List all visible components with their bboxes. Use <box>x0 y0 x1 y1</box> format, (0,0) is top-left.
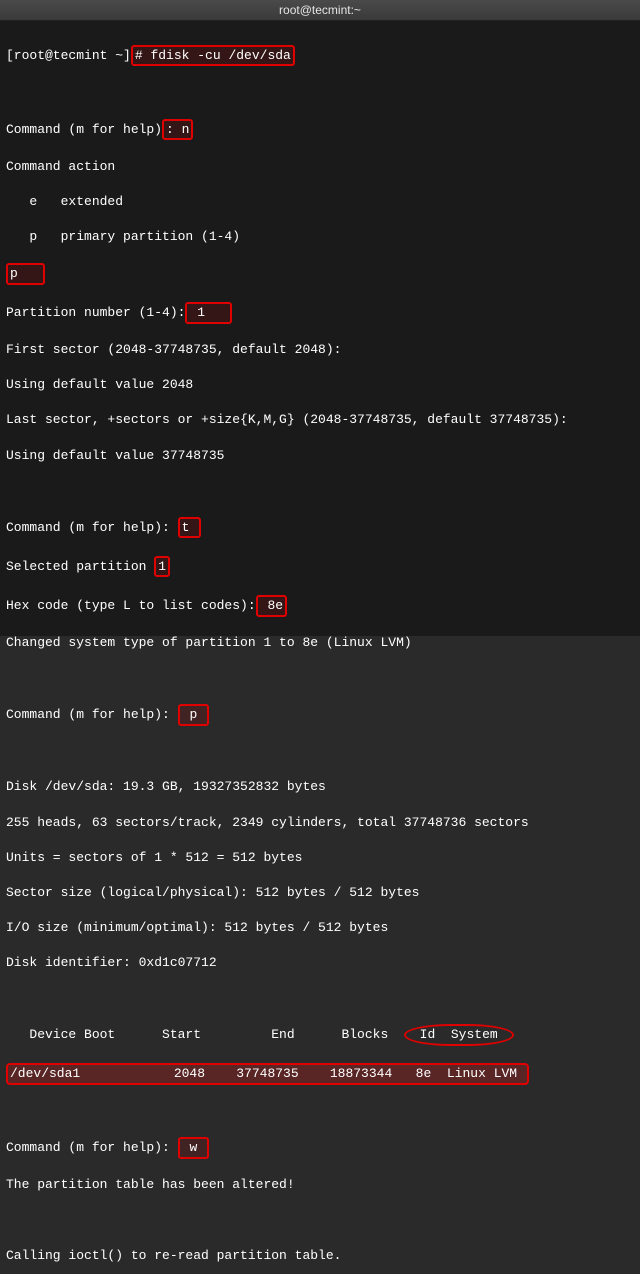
hex-line: Hex code (type L to list codes): 8e <box>6 595 634 617</box>
part-num-highlight: 1 <box>185 302 232 324</box>
part-num-label: Partition number (1-4): <box>6 305 185 320</box>
blank7 <box>6 1212 634 1230</box>
p-val: p <box>182 707 205 722</box>
disk-identifier: Disk identifier: 0xd1c07712 <box>6 954 634 972</box>
action-extended: e extended <box>6 193 634 211</box>
id-system-ellipse: Id System <box>404 1024 514 1046</box>
hex-highlight: 8e <box>256 595 287 617</box>
n-val: : n <box>166 122 189 137</box>
cmd-help-2: Command (m for help) <box>6 520 162 535</box>
action-primary: p primary partition (1-4) <box>6 228 634 246</box>
cmd-w-line: Command (m for help): w <box>6 1137 634 1159</box>
w-val: w <box>182 1140 205 1155</box>
w-highlight: w <box>178 1137 209 1159</box>
cmd-fdisk: fdisk -cu /dev/sda <box>150 48 290 63</box>
part-num-line: Partition number (1-4): 1 <box>6 302 634 324</box>
terminal-area[interactable]: [root@tecmint ~]# fdisk -cu /dev/sda Com… <box>0 21 640 636</box>
colon-t: : <box>162 520 178 535</box>
part-num-val: 1 <box>189 305 212 320</box>
default-2048: Using default value 2048 <box>6 376 634 394</box>
disk-info: Disk /dev/sda: 19.3 GB, 19327352832 byte… <box>6 778 634 796</box>
table-header-right: Id System <box>412 1027 506 1042</box>
default-last: Using default value 37748735 <box>6 447 634 465</box>
sel-part-line: Selected partition 1 <box>6 556 634 578</box>
cmd-t-line: Command (m for help): t <box>6 517 634 539</box>
last-sector: Last sector, +sectors or +size{K,M,G} (2… <box>6 411 634 429</box>
io-size: I/O size (minimum/optimal): 512 bytes / … <box>6 919 634 937</box>
colon-p: : <box>162 707 178 722</box>
colon-w: : <box>162 1140 178 1155</box>
blank3 <box>6 669 634 687</box>
table-header-left: Device Boot Start End Blocks <box>6 1027 404 1042</box>
partition-row-highlight: /dev/sda1 2048 37748735 18873344 8e Linu… <box>6 1063 529 1085</box>
hex-label: Hex code (type L to list codes): <box>6 598 256 613</box>
row-right: 8e Linux LVM <box>408 1066 525 1081</box>
first-sector: First sector (2048-37748735, default 204… <box>6 341 634 359</box>
cmd-fdisk-highlight: # fdisk -cu /dev/sda <box>131 45 295 67</box>
sel-part-highlight: 1 <box>154 556 170 578</box>
cmd-n-line: Command (m for help) : n <box>6 119 634 141</box>
hash-char: # <box>135 48 151 63</box>
p-choice-line: p <box>6 263 634 285</box>
row-left: /dev/sda1 2048 37748735 18873344 <box>10 1066 408 1081</box>
heads-info: 255 heads, 63 sectors/track, 2349 cylind… <box>6 814 634 832</box>
action-header: Command action <box>6 158 634 176</box>
hex-val: 8e <box>260 598 283 613</box>
window-title: root@tecmint:~ <box>279 3 361 17</box>
n-highlight: : n <box>162 119 193 141</box>
table-row: /dev/sda1 2048 37748735 18873344 8e Linu… <box>6 1063 634 1085</box>
cmd-p-line: Command (m for help): p <box>6 704 634 726</box>
window-titlebar: root@tecmint:~ <box>0 0 640 21</box>
sel-part-val: 1 <box>158 559 166 574</box>
p-highlight: p <box>178 704 209 726</box>
blank4 <box>6 743 634 761</box>
sel-part-label: Selected partition <box>6 559 154 574</box>
cmd-help-4: Command (m for help) <box>6 1140 162 1155</box>
ioctl-line: Calling ioctl() to re-read partition tab… <box>6 1247 634 1265</box>
p-choice-highlight: p <box>6 263 45 285</box>
t-val: t <box>182 520 190 535</box>
sector-size: Sector size (logical/physical): 512 byte… <box>6 884 634 902</box>
p-choice: p <box>10 266 18 281</box>
units-info: Units = sectors of 1 * 512 = 512 bytes <box>6 849 634 867</box>
blank5 <box>6 989 634 1007</box>
blank <box>6 84 634 102</box>
table-header: Device Boot Start End Blocks Id System <box>6 1024 634 1046</box>
t-highlight: t <box>178 517 202 539</box>
prompt-text: [root@tecmint ~] <box>6 48 131 63</box>
cmd-help-3: Command (m for help) <box>6 707 162 722</box>
cmd-help-1: Command (m for help) <box>6 122 162 137</box>
blank2 <box>6 482 634 500</box>
blank6 <box>6 1102 634 1120</box>
altered-line: The partition table has been altered! <box>6 1176 634 1194</box>
prompt-line-1: [root@tecmint ~]# fdisk -cu /dev/sda <box>6 45 634 67</box>
